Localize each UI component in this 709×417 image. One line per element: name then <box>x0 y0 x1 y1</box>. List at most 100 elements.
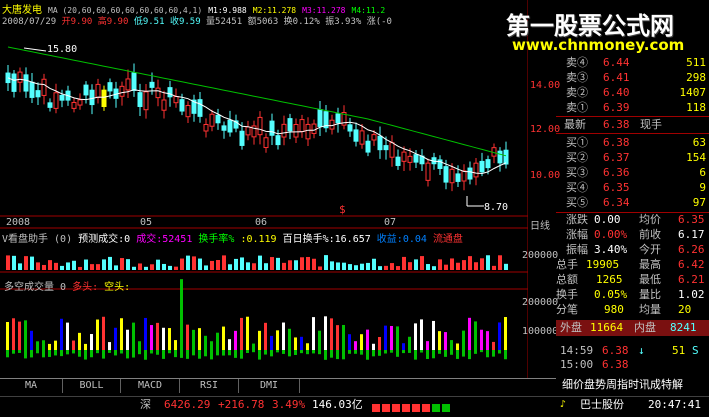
date-label-2008: 2008 <box>6 217 31 228</box>
tab-rsi[interactable]: RSI <box>180 379 239 393</box>
candle-body <box>263 137 269 149</box>
bear-volume-bar <box>72 350 75 354</box>
volume-bar <box>252 263 256 270</box>
bull-volume-bar <box>336 325 339 350</box>
tab-ma[interactable]: MA <box>0 379 63 393</box>
bear-volume-bar <box>468 350 471 360</box>
status-stock[interactable]: 巴士股份 <box>580 397 624 413</box>
bear-volume-bar <box>324 350 327 360</box>
bear-volume-bar <box>450 350 453 355</box>
tick-time: 14:59 <box>560 344 594 357</box>
candle-body <box>119 85 125 97</box>
volume-bar <box>324 255 328 270</box>
bid-row-5[interactable]: 买⑤ 6.34 97 <box>556 196 709 210</box>
bull-volume-bar <box>348 334 351 350</box>
candle-body <box>455 173 461 182</box>
down-arrow-icon: ↓ <box>638 344 645 357</box>
tick-price: 6.38 <box>602 344 629 357</box>
moving-average-lines <box>7 46 507 175</box>
kline-chart[interactable] <box>0 0 556 378</box>
alert-icon[interactable]: ♪ <box>560 397 566 413</box>
tick-row[interactable]: 14:59 6.38 ↓ 51 S <box>556 344 709 358</box>
bear-volume-bar <box>144 350 147 360</box>
ask-row-2[interactable]: 卖② 6.40 1407 <box>556 86 709 100</box>
last-price-row[interactable]: 最新 6.38 现手 <box>556 118 709 132</box>
last-label: 最新 <box>564 118 586 131</box>
candle-body <box>143 91 149 111</box>
tick-row[interactable]: 15:00 6.38 <box>556 358 709 372</box>
bear-volume-bar <box>408 350 411 353</box>
ask-row-3[interactable]: 卖③ 6.41 298 <box>556 71 709 85</box>
candle-body <box>161 99 167 111</box>
stat-value: 20 <box>678 303 692 316</box>
volume-bar <box>192 256 196 270</box>
stat-value: 6.17 <box>678 228 705 241</box>
bid-row-3[interactable]: 买③ 6.36 6 <box>556 166 709 180</box>
volume-bar <box>486 255 490 270</box>
bid-row-2[interactable]: 买② 6.37 154 <box>556 151 709 165</box>
ask-label: 卖① <box>566 101 588 114</box>
ask-row-4[interactable]: 卖④ 6.44 511 <box>556 56 709 70</box>
volume-bar <box>468 256 472 270</box>
tab-dmi[interactable]: DMI <box>239 379 300 393</box>
bull-volume-bar <box>492 341 495 350</box>
candle-body <box>467 167 473 180</box>
ask-row-1[interactable]: 卖① 6.39 118 <box>556 101 709 115</box>
bid-row-4[interactable]: 买④ 6.35 9 <box>556 181 709 195</box>
bull-volume-bar <box>150 325 153 350</box>
period-label[interactable]: 日线 <box>530 217 550 232</box>
candle-body <box>17 71 23 83</box>
bear-volume-bar <box>24 350 27 359</box>
panel3-bear: 空头: <box>104 282 131 293</box>
bull-volume-bar <box>108 342 111 350</box>
bid-row-1[interactable]: 买① 6.38 63 <box>556 136 709 150</box>
date-label-07: 07 <box>384 217 397 228</box>
news-ticker[interactable]: 细价盘势周指时讯成特解 <box>562 376 683 392</box>
bear-volume-bar <box>114 350 117 356</box>
candle-body <box>329 119 335 130</box>
bull-volume-bar <box>288 328 291 350</box>
bull-volume-bar <box>30 330 33 350</box>
bear-volume-bar <box>306 350 309 355</box>
bull-volume-bar <box>486 331 489 350</box>
bull-volume-bar <box>216 332 219 350</box>
bull-volume-bar <box>66 322 69 350</box>
tick-volume: 51 <box>672 344 686 357</box>
bear-volume-bar <box>90 350 93 358</box>
bear-volume-bar <box>390 350 393 353</box>
bull-volume-bar <box>6 321 9 350</box>
inner-value: 8241 <box>670 321 697 334</box>
ask-volume: 118 <box>686 101 706 114</box>
bull-volume-bar <box>366 329 369 350</box>
volume-bar <box>504 263 508 270</box>
bear-volume-bar <box>240 350 243 359</box>
bid-volume: 97 <box>692 196 706 209</box>
candle-body <box>473 162 479 178</box>
stat-value: 0.00% <box>594 228 628 241</box>
volume-bar <box>258 255 262 270</box>
bear-volume-bar <box>132 350 135 358</box>
bull-volume-bar <box>408 336 411 350</box>
bid-label: 买⑤ <box>566 196 588 209</box>
volume-bar <box>126 259 130 270</box>
bull-volume-bar <box>468 317 471 350</box>
bear-volume-bar <box>396 350 399 357</box>
bid-label: 买① <box>566 136 588 149</box>
high-annotation-pointer <box>24 47 47 52</box>
bull-volume-bar <box>498 322 501 350</box>
bull-volume-bar <box>474 321 477 350</box>
stat-label: 总手 <box>556 258 578 271</box>
candle-body <box>389 142 395 158</box>
candle-body <box>35 90 41 98</box>
bull-volume-bar <box>390 325 393 350</box>
volume-bar <box>414 259 418 270</box>
chart-area[interactable] <box>0 0 556 378</box>
bull-volume-bar <box>378 337 381 350</box>
ask-price: 6.41 <box>603 71 630 84</box>
tick-time: 15:00 <box>560 358 594 371</box>
volume-bar <box>30 256 34 270</box>
bear-volume-bar <box>444 350 447 357</box>
candle-body <box>71 101 77 109</box>
tab-boll[interactable]: BOLL <box>63 379 121 393</box>
tab-macd[interactable]: MACD <box>121 379 180 393</box>
